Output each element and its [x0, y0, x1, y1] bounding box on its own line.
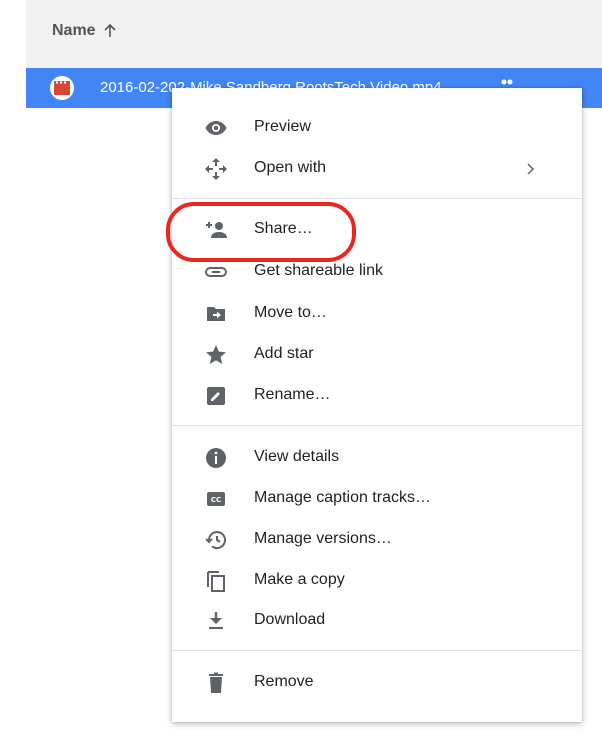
- history-icon: [205, 531, 226, 550]
- menu-item-get-shareable-link[interactable]: Get shareable link: [172, 252, 582, 292]
- pencil-icon: [207, 387, 225, 405]
- context-menu: Preview Open with Share… Get shareable l…: [172, 88, 582, 722]
- menu-item-label: Manage versions…: [254, 530, 392, 547]
- chevron-right-icon: [527, 163, 535, 175]
- closed-caption-icon: CC: [207, 492, 225, 506]
- video-file-icon: [50, 76, 74, 100]
- menu-item-label: Move to…: [254, 304, 327, 321]
- menu-item-label: Download: [254, 611, 326, 628]
- menu-item-label: Open with: [254, 159, 327, 176]
- info-icon: [206, 448, 226, 468]
- menu-divider: [172, 650, 582, 651]
- menu-item-add-star[interactable]: Add star: [172, 335, 582, 375]
- svg-text:CC: CC: [211, 496, 221, 504]
- menu-item-open-with[interactable]: Open with: [172, 149, 582, 189]
- person-add-icon: [206, 222, 227, 238]
- menu-item-manage-caption-tracks[interactable]: CC Manage caption tracks…: [172, 479, 582, 519]
- menu-item-label: Remove: [254, 673, 314, 690]
- move-arrows-icon: [205, 158, 227, 180]
- menu-item-remove[interactable]: Remove: [172, 663, 582, 703]
- menu-item-move-to[interactable]: Move to…: [172, 294, 582, 334]
- link-icon: [205, 267, 227, 277]
- menu-item-manage-versions[interactable]: Manage versions…: [172, 520, 582, 560]
- menu-item-label: Manage caption tracks…: [254, 489, 431, 506]
- menu-item-share[interactable]: Share…: [172, 210, 582, 250]
- menu-item-make-a-copy[interactable]: Make a copy: [172, 561, 582, 601]
- menu-item-preview[interactable]: Preview: [172, 108, 582, 148]
- eye-icon: [205, 121, 227, 135]
- arrow-up-icon: [104, 23, 116, 37]
- menu-item-label: Make a copy: [254, 571, 345, 588]
- menu-item-label: Get shareable link: [254, 262, 383, 279]
- drive-page: Name 2016-02-202-Mike Sandberg RootsTech…: [0, 0, 602, 732]
- folder-move-icon: [207, 307, 225, 321]
- menu-item-view-details[interactable]: View details: [172, 438, 582, 478]
- menu-item-label: Rename…: [254, 386, 331, 403]
- trash-icon: [209, 672, 223, 693]
- menu-item-rename[interactable]: Rename…: [172, 376, 582, 416]
- menu-item-label: Preview: [254, 118, 311, 135]
- name-column-label: Name: [52, 22, 96, 39]
- menu-item-label: Share…: [254, 220, 313, 237]
- copy-icon: [207, 571, 225, 592]
- menu-item-label: Add star: [254, 345, 314, 362]
- menu-item-download[interactable]: Download: [172, 601, 582, 641]
- menu-divider: [172, 425, 582, 426]
- menu-divider: [172, 198, 582, 199]
- name-column-header[interactable]: Name: [52, 22, 118, 40]
- download-icon: [209, 612, 223, 629]
- menu-item-label: View details: [254, 448, 340, 465]
- star-icon: [206, 345, 226, 364]
